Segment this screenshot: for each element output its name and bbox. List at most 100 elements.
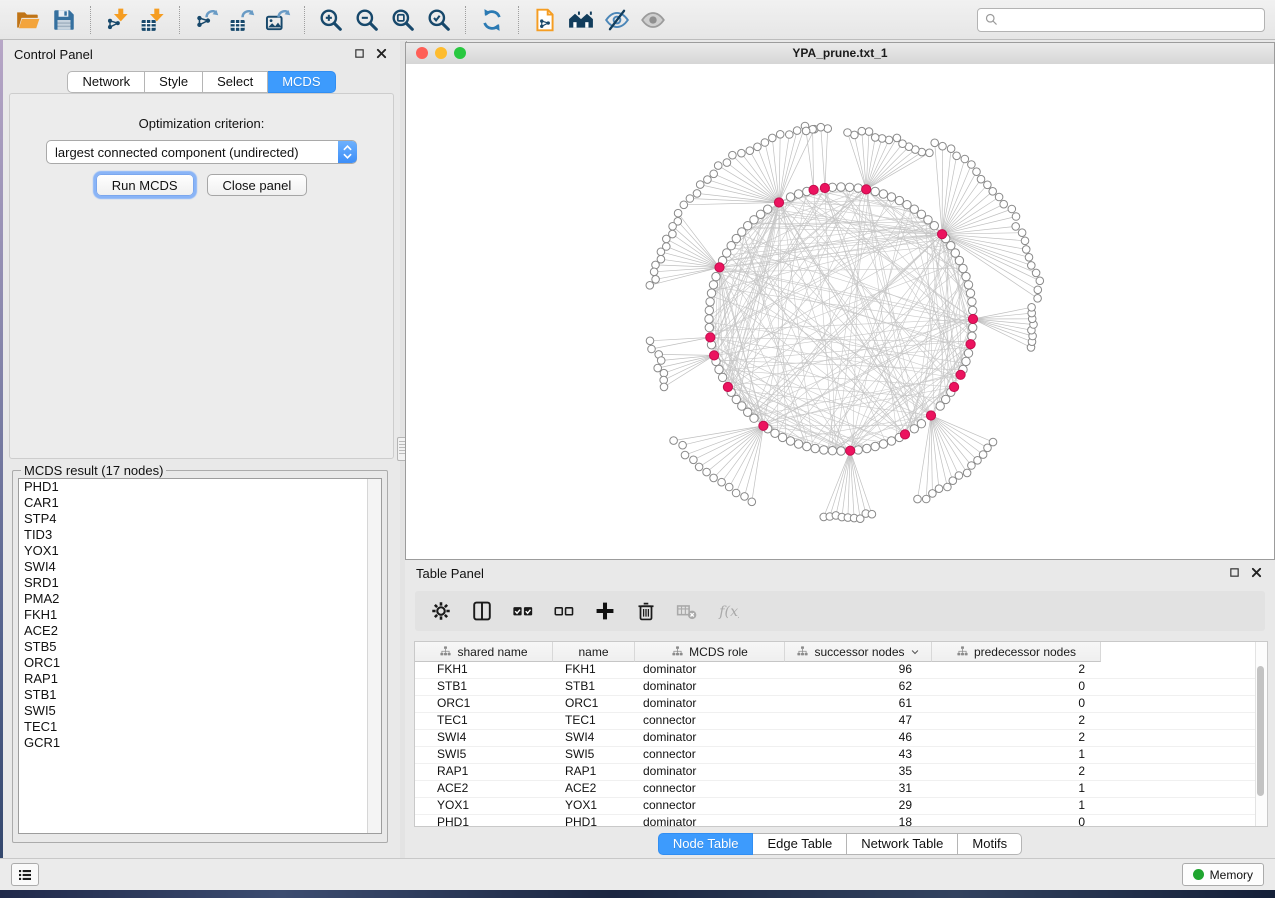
ring-node[interactable] bbox=[863, 444, 871, 452]
leaf-node[interactable] bbox=[738, 149, 746, 157]
run-mcds-button[interactable]: Run MCDS bbox=[96, 174, 194, 196]
mcds-result-item[interactable]: PMA2 bbox=[19, 591, 381, 607]
ring-node[interactable] bbox=[968, 332, 976, 340]
select-all-button[interactable] bbox=[510, 598, 536, 624]
search-input[interactable] bbox=[1003, 12, 1258, 28]
leaf-node[interactable] bbox=[968, 161, 976, 169]
leaf-node[interactable] bbox=[1021, 237, 1029, 245]
ring-node[interactable] bbox=[706, 298, 714, 306]
table-panel-float-button[interactable] bbox=[1229, 567, 1242, 580]
open-session-button[interactable] bbox=[10, 5, 46, 35]
mcds-result-item[interactable]: YOX1 bbox=[19, 543, 381, 559]
leaf-node[interactable] bbox=[963, 469, 971, 477]
leaf-node[interactable] bbox=[648, 345, 656, 353]
leaf-node[interactable] bbox=[663, 235, 671, 243]
ring-node[interactable] bbox=[837, 183, 845, 191]
control-tab-network[interactable]: Network bbox=[67, 71, 145, 93]
export-image-button[interactable] bbox=[260, 5, 296, 35]
leaf-node[interactable] bbox=[1034, 286, 1042, 294]
leaf-node[interactable] bbox=[935, 485, 943, 493]
mcds-result-item[interactable]: STB5 bbox=[19, 639, 381, 655]
leaf-node[interactable] bbox=[926, 149, 934, 157]
leaf-node[interactable] bbox=[1025, 254, 1033, 262]
leaf-node[interactable] bbox=[1022, 246, 1030, 254]
leaf-node[interactable] bbox=[793, 127, 801, 135]
leaf-node[interactable] bbox=[693, 190, 701, 198]
leaf-node[interactable] bbox=[754, 143, 762, 151]
ring-node[interactable] bbox=[794, 440, 802, 448]
leaf-node[interactable] bbox=[732, 489, 740, 497]
table-row[interactable]: ORC1ORC1dominator610 bbox=[415, 696, 1256, 713]
mcds-hub-node[interactable] bbox=[710, 351, 719, 360]
ring-node[interactable] bbox=[879, 190, 887, 198]
ring-node[interactable] bbox=[718, 373, 726, 381]
mcds-hub-node[interactable] bbox=[862, 185, 871, 194]
ring-node[interactable] bbox=[966, 289, 974, 297]
leaf-node[interactable] bbox=[977, 175, 985, 183]
ring-node[interactable] bbox=[895, 196, 903, 204]
leaf-node[interactable] bbox=[786, 131, 794, 139]
control-tab-select[interactable]: Select bbox=[203, 71, 268, 93]
leaf-node[interactable] bbox=[650, 268, 658, 276]
mcds-result-item[interactable]: SRD1 bbox=[19, 575, 381, 591]
ring-node[interactable] bbox=[712, 272, 720, 280]
table-row[interactable]: SWI4SWI4dominator462 bbox=[415, 730, 1256, 747]
ring-node[interactable] bbox=[887, 193, 895, 201]
ring-node[interactable] bbox=[794, 190, 802, 198]
ring-node[interactable] bbox=[750, 414, 758, 422]
column-header-successor-nodes[interactable]: successor nodes bbox=[785, 642, 932, 662]
mcds-hub-node[interactable] bbox=[956, 370, 965, 379]
leaf-node[interactable] bbox=[1028, 304, 1036, 312]
mcds-hub-node[interactable] bbox=[706, 333, 715, 342]
ring-node[interactable] bbox=[845, 183, 853, 191]
mcds-hub-node[interactable] bbox=[950, 382, 959, 391]
ring-node[interactable] bbox=[917, 420, 925, 428]
mcds-result-item[interactable]: FKH1 bbox=[19, 607, 381, 623]
leaf-node[interactable] bbox=[929, 490, 937, 498]
zoom-selected-button[interactable] bbox=[421, 5, 457, 35]
leaf-node[interactable] bbox=[652, 276, 660, 284]
leaf-node[interactable] bbox=[989, 438, 997, 446]
leaf-node[interactable] bbox=[871, 134, 879, 142]
save-session-button[interactable] bbox=[46, 5, 82, 35]
ring-node[interactable] bbox=[887, 437, 895, 445]
leaf-node[interactable] bbox=[844, 129, 852, 137]
leaf-node[interactable] bbox=[681, 451, 689, 459]
leaf-node[interactable] bbox=[723, 159, 731, 167]
mcds-hub-node[interactable] bbox=[774, 198, 783, 207]
leaf-node[interactable] bbox=[674, 209, 682, 217]
mcds-result-item[interactable]: STB1 bbox=[19, 687, 381, 703]
mcds-hub-node[interactable] bbox=[900, 430, 909, 439]
ring-node[interactable] bbox=[955, 256, 963, 264]
ring-node[interactable] bbox=[879, 440, 887, 448]
table-scrollbar-thumb[interactable] bbox=[1257, 666, 1264, 796]
refresh-button[interactable] bbox=[474, 5, 510, 35]
leaf-node[interactable] bbox=[885, 136, 893, 144]
leaf-node[interactable] bbox=[984, 181, 992, 189]
mcds-hub-node[interactable] bbox=[723, 382, 732, 391]
leaf-node[interactable] bbox=[1000, 200, 1008, 208]
leaf-node[interactable] bbox=[660, 383, 668, 391]
leaf-node[interactable] bbox=[695, 463, 703, 471]
mcds-hub-node[interactable] bbox=[968, 314, 977, 323]
leaf-node[interactable] bbox=[1028, 262, 1036, 270]
mcds-result-item[interactable]: PHD1 bbox=[19, 479, 381, 495]
leaf-node[interactable] bbox=[714, 162, 722, 170]
table-row[interactable]: RAP1RAP1dominator352 bbox=[415, 764, 1256, 781]
leaf-node[interactable] bbox=[761, 139, 769, 147]
leaf-node[interactable] bbox=[899, 140, 907, 148]
leaf-node[interactable] bbox=[776, 131, 784, 139]
leaf-node[interactable] bbox=[979, 451, 987, 459]
table-scrollbar[interactable] bbox=[1255, 642, 1267, 826]
new-network-from-selection-button[interactable] bbox=[527, 5, 563, 35]
leaf-node[interactable] bbox=[680, 201, 688, 209]
leaf-node[interactable] bbox=[931, 139, 939, 147]
leaf-node[interactable] bbox=[769, 134, 777, 142]
control-panel-close-button[interactable] bbox=[376, 48, 389, 61]
ring-node[interactable] bbox=[871, 442, 879, 450]
leaf-node[interactable] bbox=[955, 472, 963, 480]
ring-node[interactable] bbox=[786, 193, 794, 201]
ring-node[interactable] bbox=[705, 323, 713, 331]
control-panel-float-button[interactable] bbox=[354, 48, 367, 61]
leaf-node[interactable] bbox=[646, 282, 654, 290]
